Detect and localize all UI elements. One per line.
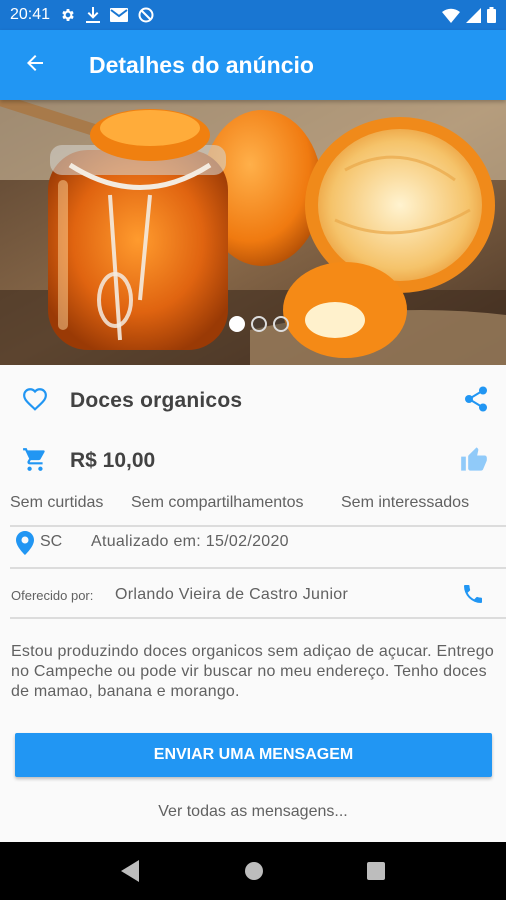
carousel-dot[interactable]	[229, 316, 245, 332]
thumbs-up-icon	[460, 446, 488, 477]
share-button[interactable]	[464, 386, 488, 417]
location-row: SC Atualizado em: 15/02/2020	[0, 528, 506, 558]
divider	[10, 525, 506, 527]
divider	[10, 567, 506, 569]
cart-indicator	[0, 447, 70, 476]
like-button[interactable]	[460, 446, 488, 477]
send-message-button[interactable]: ENVIAR UMA MENSAGEM	[15, 733, 492, 777]
likes-count: Sem curtidas	[10, 494, 104, 511]
download-icon	[86, 7, 101, 23]
carousel-indicator	[0, 316, 506, 332]
ad-price: R$ 10,00	[70, 449, 156, 472]
wifi-icon	[442, 8, 460, 23]
battery-icon	[487, 7, 496, 23]
updated-date: Atualizado em: 15/02/2020	[91, 533, 289, 550]
heart-icon	[22, 387, 48, 416]
ad-title: Doces organicos	[70, 389, 243, 412]
ad-title-row: Doces organicos	[0, 380, 506, 422]
app-bar: Detalhes do anúncio	[0, 30, 506, 100]
location-pin-icon	[16, 531, 34, 560]
page-title: Detalhes do anúncio	[89, 51, 314, 78]
cart-icon	[22, 447, 48, 476]
system-nav-bar	[0, 842, 506, 900]
ad-price-row: R$ 10,00	[0, 440, 506, 482]
favorite-button[interactable]	[0, 387, 70, 416]
back-triangle-icon[interactable]	[121, 860, 141, 882]
shares-count: Sem compartilhamentos	[131, 494, 304, 511]
share-icon	[464, 386, 488, 417]
ad-description: Estou produzindo doces organicos sem adi…	[11, 643, 494, 700]
no-sim-blocked-icon	[138, 7, 154, 23]
recents-square-icon[interactable]	[366, 862, 385, 880]
arrow-left-icon	[23, 51, 47, 80]
back-button[interactable]	[0, 30, 70, 100]
carousel-dot[interactable]	[273, 316, 289, 332]
gear-icon	[60, 7, 76, 23]
interested-count: Sem interessados	[341, 494, 470, 511]
signal-icon	[466, 7, 481, 23]
ad-state: SC	[40, 533, 63, 550]
mail-icon	[110, 8, 129, 22]
seller-name: Orlando Vieira de Castro Junior	[115, 586, 349, 603]
home-circle-icon[interactable]	[244, 861, 264, 881]
divider	[10, 617, 506, 619]
ad-stats: Sem curtidas Sem compartilhamentos Sem i…	[0, 494, 506, 518]
call-button[interactable]	[461, 582, 485, 611]
offered-by-label: Oferecido por:	[11, 587, 94, 603]
status-time: 20:41	[10, 6, 51, 23]
phone-icon	[461, 585, 485, 610]
see-all-messages-link[interactable]: Ver todas as mensagens...	[0, 803, 506, 821]
carousel-dot[interactable]	[251, 316, 267, 332]
offered-by-row: Oferecido por: Orlando Vieira de Castro …	[0, 580, 506, 610]
status-bar: 20:41	[0, 0, 506, 30]
